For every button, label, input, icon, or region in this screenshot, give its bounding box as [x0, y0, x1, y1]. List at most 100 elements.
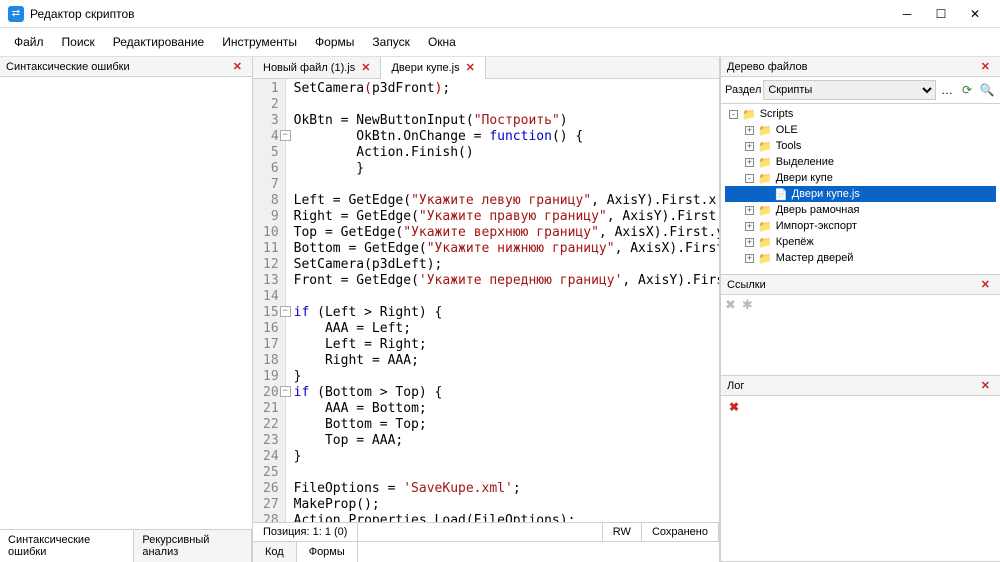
bottom-tab[interactable]: Формы — [297, 542, 358, 562]
file-tabs: Новый файл (1).js✕Двери купе.js✕ — [253, 57, 719, 79]
close-icon[interactable]: ✕ — [977, 60, 994, 73]
folder-icon: 📁 — [758, 172, 772, 185]
code-area[interactable]: SetCamera(p3dFront); OkBtn = NewButtonIn… — [286, 79, 719, 522]
menu-Окна[interactable]: Окна — [420, 32, 464, 52]
window-title: Редактор скриптов — [30, 7, 890, 21]
tab-close-icon[interactable]: ✕ — [466, 61, 475, 74]
refs-title: Ссылки — [727, 279, 766, 291]
status-saved: Сохранено — [642, 523, 719, 541]
tree-node[interactable]: -📁 Scripts — [725, 106, 996, 122]
folder-icon: 📁 — [742, 108, 756, 121]
tree-label: OLE — [776, 124, 798, 136]
syntax-errors-body — [0, 77, 252, 529]
folder-icon: 📁 — [758, 124, 772, 137]
tree-node[interactable]: + 📁 Импорт-экспорт — [725, 218, 996, 234]
minimize-button[interactable]: ─ — [890, 2, 924, 26]
folder-icon: 📁 — [758, 140, 772, 153]
tree-toggle-icon[interactable]: + — [745, 126, 754, 135]
right-panel: Дерево файлов ✕ Раздел Скрипты … ⟳ 🔍 -📁S… — [720, 57, 1000, 562]
log-header: Лог ✕ — [721, 376, 1000, 396]
tree-label: Двери купе — [776, 172, 833, 184]
tree-toggle-icon[interactable]: + — [745, 238, 754, 247]
tree-node[interactable]: + 📁 Мастер дверей — [725, 250, 996, 266]
close-button[interactable]: ✕ — [958, 2, 992, 26]
menubar: ФайлПоискРедактированиеИнструментыФормыЗ… — [0, 28, 1000, 57]
left-bottom-tabs: Синтаксические ошибкиРекурсивный анализ — [0, 529, 252, 562]
menu-Редактирование[interactable]: Редактирование — [105, 32, 212, 52]
folder-icon: 📁 — [758, 252, 772, 265]
section-select[interactable]: Скрипты — [763, 80, 936, 100]
folder-icon: 📁 — [758, 220, 772, 233]
tree-label: Мастер дверей — [776, 252, 854, 264]
tree-toolbar: Раздел Скрипты … ⟳ 🔍 — [721, 77, 1000, 104]
tree-node[interactable]: + 📁 Дверь рамочная — [725, 202, 996, 218]
close-icon[interactable]: ✕ — [229, 60, 246, 73]
left-tab[interactable]: Синтаксические ошибки — [0, 530, 134, 562]
tree-node[interactable]: + 📁 OLE — [725, 122, 996, 138]
tree-label: Крепёж — [776, 236, 814, 248]
syntax-errors-title: Синтаксические ошибки — [6, 61, 130, 73]
tree-toggle-icon[interactable]: - — [745, 174, 754, 183]
menu-Файл[interactable]: Файл — [6, 32, 52, 52]
delete-icon[interactable]: ✖ — [725, 297, 736, 313]
tree-node[interactable]: -📁 Двери купе — [725, 170, 996, 186]
tab-close-icon[interactable]: ✕ — [361, 61, 370, 74]
tree-node[interactable]: 📄Двери купе.js — [725, 186, 996, 202]
file-tab[interactable]: Двери купе.js✕ — [381, 57, 485, 79]
main-area: Синтаксические ошибки ✕ Синтаксические о… — [0, 57, 1000, 562]
file-icon: 📄 — [774, 188, 788, 201]
editor-bottom-tabs: КодФормы — [253, 541, 719, 562]
folder-icon: 📁 — [758, 236, 772, 249]
syntax-errors-header: Синтаксические ошибки ✕ — [0, 57, 252, 77]
file-tree-title: Дерево файлов — [727, 61, 808, 73]
file-tree[interactable]: -📁Scripts+📁OLE+📁Tools+📁Выделение-📁Двери … — [721, 104, 1000, 274]
line-gutter: 1234567891011121314151617181920212223242… — [253, 79, 286, 522]
search-icon[interactable]: 🔍 — [978, 81, 996, 99]
app-icon: ⇄ — [8, 6, 24, 22]
menu-Запуск[interactable]: Запуск — [364, 32, 418, 52]
tree-toggle-icon[interactable]: + — [745, 158, 754, 167]
menu-Формы[interactable]: Формы — [307, 32, 362, 52]
close-icon[interactable]: ✕ — [977, 379, 994, 392]
statusbar: Позиция: 1: 1 (0) RW Сохранено — [253, 522, 719, 541]
tree-toggle-icon[interactable] — [761, 190, 770, 199]
tree-toggle-icon[interactable]: + — [745, 142, 754, 151]
tree-node[interactable]: + 📁 Крепёж — [725, 234, 996, 250]
tree-node[interactable]: + 📁 Выделение — [725, 154, 996, 170]
folder-icon: 📁 — [758, 204, 772, 217]
code-editor[interactable]: 1234567891011121314151617181920212223242… — [253, 79, 719, 522]
maximize-button[interactable]: ☐ — [924, 2, 958, 26]
tree-label: Дверь рамочная — [776, 204, 860, 216]
tree-label: Импорт-экспорт — [776, 220, 857, 232]
tree-label: Tools — [776, 140, 802, 152]
more-icon[interactable]: … — [938, 81, 956, 99]
tree-label: Scripts — [760, 108, 794, 120]
tree-toggle-icon[interactable]: + — [745, 222, 754, 231]
refresh-icon[interactable]: ⟳ — [958, 81, 976, 99]
file-tab[interactable]: Новый файл (1).js✕ — [253, 57, 381, 78]
syntax-errors-panel: Синтаксические ошибки ✕ Синтаксические о… — [0, 57, 253, 562]
tree-toggle-icon[interactable]: + — [745, 254, 754, 263]
status-position: Позиция: 1: 1 (0) — [253, 523, 358, 541]
log-body: ✖ — [721, 396, 1000, 561]
clear-log-icon[interactable]: ✖ — [725, 400, 743, 414]
log-title: Лог — [727, 380, 744, 392]
editor-panel: Новый файл (1).js✕Двери купе.js✕ 1234567… — [253, 57, 720, 562]
file-tree-header: Дерево файлов ✕ — [721, 57, 1000, 77]
status-rw: RW — [603, 523, 642, 541]
link-icon[interactable]: ✱ — [742, 297, 753, 313]
bottom-tab[interactable]: Код — [253, 542, 297, 562]
tree-label: Выделение — [776, 156, 834, 168]
refs-header: Ссылки ✕ — [721, 275, 1000, 295]
tree-toggle-icon[interactable]: - — [729, 110, 738, 119]
close-icon[interactable]: ✕ — [977, 278, 994, 291]
tree-toggle-icon[interactable]: + — [745, 206, 754, 215]
folder-icon: 📁 — [758, 156, 772, 169]
section-label: Раздел — [725, 84, 761, 96]
left-tab[interactable]: Рекурсивный анализ — [134, 530, 252, 562]
tree-node[interactable]: + 📁 Tools — [725, 138, 996, 154]
menu-Поиск[interactable]: Поиск — [54, 32, 103, 52]
refs-body — [721, 315, 1000, 375]
status-spacer — [358, 523, 602, 541]
menu-Инструменты[interactable]: Инструменты — [214, 32, 305, 52]
